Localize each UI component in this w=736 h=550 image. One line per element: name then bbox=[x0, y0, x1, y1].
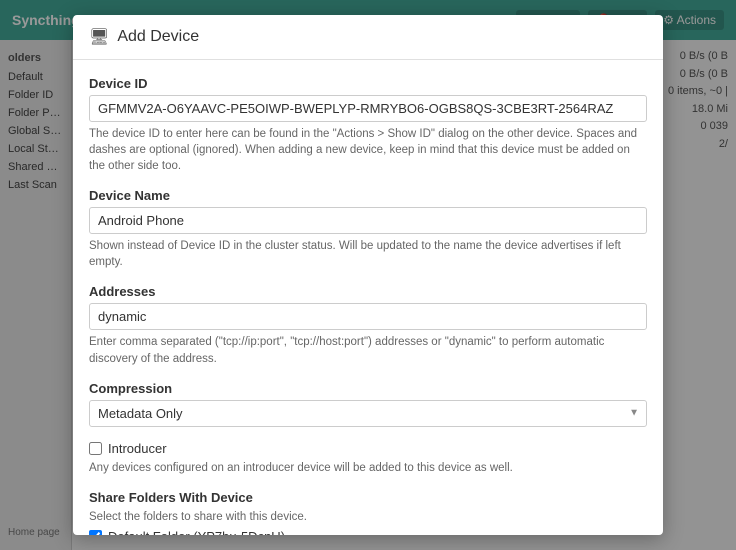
device-id-input[interactable] bbox=[89, 95, 647, 122]
addresses-label: Addresses bbox=[89, 284, 647, 299]
modal-title: Add Device bbox=[117, 28, 199, 46]
device-name-help: Shown instead of Device ID in the cluste… bbox=[89, 238, 647, 270]
device-name-group: Device Name Shown instead of Device ID i… bbox=[89, 188, 647, 270]
share-folders-heading: Share Folders With Device bbox=[89, 490, 647, 505]
share-folders-help: Select the folders to share with this de… bbox=[89, 509, 647, 525]
default-folder-checkbox[interactable] bbox=[89, 530, 102, 535]
monitor-icon: 🖥 bbox=[89, 27, 109, 47]
compression-label: Compression bbox=[89, 381, 647, 396]
device-name-input[interactable] bbox=[89, 207, 647, 234]
default-folder-label[interactable]: Default Folder (YP7bu-5DcnU) bbox=[108, 529, 285, 535]
modal-body: Device ID The device ID to enter here ca… bbox=[73, 60, 663, 535]
compression-select[interactable]: Metadata Only All Data Nothing bbox=[89, 400, 647, 427]
modal-header: 🖥 Add Device bbox=[73, 15, 663, 60]
device-id-group: Device ID The device ID to enter here ca… bbox=[89, 76, 647, 174]
addresses-group: Addresses Enter comma separated ("tcp://… bbox=[89, 284, 647, 366]
addresses-help: Enter comma separated ("tcp://ip:port", … bbox=[89, 334, 647, 366]
add-device-modal: 🖥 Add Device Device ID The device ID to … bbox=[73, 15, 663, 535]
device-id-label: Device ID bbox=[89, 76, 647, 91]
introducer-group: Introducer Any devices configured on an … bbox=[89, 441, 647, 476]
compression-select-wrap: Metadata Only All Data Nothing ▼ bbox=[89, 400, 647, 427]
introducer-help: Any devices configured on an introducer … bbox=[89, 460, 647, 476]
introducer-label[interactable]: Introducer bbox=[108, 441, 167, 456]
modal-overlay: 🖥 Add Device Device ID The device ID to … bbox=[0, 0, 736, 550]
device-name-label: Device Name bbox=[89, 188, 647, 203]
compression-group: Compression Metadata Only All Data Nothi… bbox=[89, 381, 647, 427]
share-folders-group: Share Folders With Device Select the fol… bbox=[89, 490, 647, 535]
introducer-checkbox[interactable] bbox=[89, 442, 102, 455]
folder-item: Default Folder (YP7bu-5DcnU) bbox=[89, 529, 647, 535]
addresses-input[interactable] bbox=[89, 303, 647, 330]
introducer-checkbox-group: Introducer bbox=[89, 441, 647, 456]
device-id-help: The device ID to enter here can be found… bbox=[89, 126, 647, 174]
